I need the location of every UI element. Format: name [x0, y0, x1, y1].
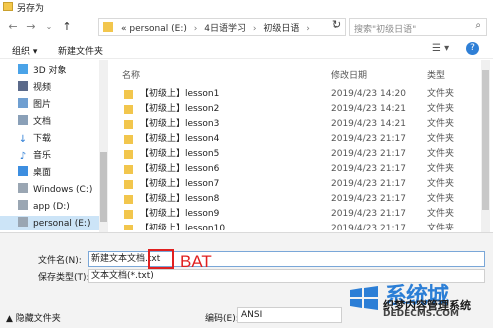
nav-item-downloads[interactable]: ↓ 下载: [18, 131, 110, 147]
help-icon[interactable]: ?: [466, 42, 479, 55]
drive-icon: [18, 183, 28, 193]
list-item[interactable]: 【初级上】lesson1 2019/4/23 14:20 文件夹: [112, 87, 482, 102]
chevron-right-icon[interactable]: ›: [194, 24, 198, 34]
nav-item-desktop[interactable]: 桌面: [18, 165, 110, 181]
address-bar[interactable]: « personal (E:) › 4日语学习 › 初级日语 › ⌄: [98, 18, 346, 36]
annotation-highlight-box: [148, 249, 174, 269]
folder-icon: [124, 90, 133, 99]
nav-item-3d-objects[interactable]: 3D 对象: [18, 63, 110, 79]
column-header-type[interactable]: 类型: [427, 68, 445, 81]
organize-button[interactable]: 组织 ▾: [12, 44, 37, 57]
recent-dropdown-icon[interactable]: ⌄: [42, 20, 56, 34]
chevron-right-icon[interactable]: ›: [306, 24, 310, 34]
annotation-label: BAT: [180, 252, 212, 271]
file-list-scrollbar[interactable]: [481, 60, 490, 232]
breadcrumb-item-beginner-japanese[interactable]: 初级日语: [263, 24, 299, 34]
encoding-select[interactable]: ANSI: [237, 307, 342, 323]
folder-icon: [103, 22, 113, 32]
nav-item-documents[interactable]: 文档: [18, 114, 110, 130]
list-item[interactable]: 【初级上】lesson6 2019/4/23 21:17 文件夹: [112, 162, 482, 177]
navigation-scrollbar[interactable]: [99, 60, 108, 232]
nav-item-app-d[interactable]: app (D:): [18, 199, 110, 215]
list-item[interactable]: 【初级上】lesson10 2019/4/23 21:17 文件夹: [112, 222, 482, 230]
list-item[interactable]: 【初级上】lesson5 2019/4/23 21:17 文件夹: [112, 147, 482, 162]
search-placeholder: 搜索"初级日语": [354, 25, 417, 35]
nav-item-windows-c[interactable]: Windows (C:): [18, 182, 110, 198]
folder-icon: [124, 165, 133, 174]
list-item[interactable]: 【初级上】lesson8 2019/4/23 21:17 文件夹: [112, 192, 482, 207]
breadcrumb-overflow[interactable]: «: [121, 24, 127, 34]
title-bar: 另存为: [0, 0, 493, 14]
folder-icon: [124, 180, 133, 189]
nav-item-pictures[interactable]: 图片: [18, 97, 110, 113]
column-header-name[interactable]: 名称: [122, 68, 140, 81]
folder-icon: [124, 105, 133, 114]
documents-icon: [18, 115, 28, 125]
breadcrumb-item-personal[interactable]: personal (E:): [129, 24, 186, 34]
desktop-icon: [18, 166, 28, 176]
list-item[interactable]: 【初级上】lesson2 2019/4/23 14:21 文件夹: [112, 102, 482, 117]
file-list: 名称 修改日期 类型 【初级上】lesson1 2019/4/23 14:20 文件…: [112, 60, 493, 230]
up-arrow-icon[interactable]: ↑: [60, 20, 74, 34]
hide-folders-button[interactable]: ▲ 隐藏文件夹: [6, 311, 61, 324]
nav-item-personal-e[interactable]: personal (E:): [0, 216, 100, 230]
folder-icon: [3, 2, 13, 11]
pictures-icon: [18, 98, 28, 108]
watermark-logo-icon: [350, 286, 378, 310]
list-item[interactable]: 【初级上】lesson9 2019/4/23 21:17 文件夹: [112, 207, 482, 222]
view-options-icon[interactable]: ☰ ▾: [432, 43, 449, 54]
command-bar: 组织 ▾ 新建文件夹 ☰ ▾ ?: [0, 41, 493, 59]
folder-icon: [124, 195, 133, 204]
folder-icon: [124, 135, 133, 144]
column-header-date[interactable]: 修改日期: [331, 68, 367, 81]
watermark-url: DEDECMS.COM: [383, 309, 459, 319]
chevron-up-icon: ▲: [6, 314, 13, 324]
list-item[interactable]: 【初级上】lesson4 2019/4/23 21:17 文件夹: [112, 132, 482, 147]
scrollbar-thumb[interactable]: [482, 70, 489, 210]
address-row: ← → ⌄ ↑ « personal (E:) › 4日语学习 › 初级日语 ›…: [0, 16, 493, 38]
chevron-right-icon[interactable]: ›: [253, 24, 257, 34]
folder-icon: [124, 120, 133, 129]
filename-label: 文件名(N):: [38, 256, 82, 266]
refresh-icon[interactable]: ↻: [332, 18, 341, 31]
folder-icon: [124, 210, 133, 219]
breadcrumb: « personal (E:) › 4日语学习 › 初级日语 ›: [121, 21, 314, 34]
drive-icon: [18, 217, 28, 227]
navigation-pane: 3D 对象 视频 图片 文档 ↓ 下载 ♪ 音乐 桌面 Windows (C:) a…: [0, 60, 110, 230]
scrollbar-thumb[interactable]: [100, 152, 107, 222]
search-icon[interactable]: ⌕: [475, 20, 481, 31]
search-input[interactable]: 搜索"初级日语" ⌕: [349, 18, 487, 36]
video-icon: [18, 81, 28, 91]
filetype-label: 保存类型(T):: [38, 273, 90, 283]
nav-item-music[interactable]: ♪ 音乐: [18, 148, 110, 164]
back-arrow-icon[interactable]: ←: [6, 20, 20, 34]
breadcrumb-item-japanese-study[interactable]: 4日语学习: [204, 24, 246, 34]
list-item[interactable]: 【初级上】lesson7 2019/4/23 21:17 文件夹: [112, 177, 482, 192]
folder-icon: [124, 150, 133, 159]
encoding-label: 编码(E):: [205, 314, 239, 324]
download-icon: ↓: [18, 134, 28, 145]
window-title: 另存为: [17, 4, 45, 14]
nav-item-video[interactable]: 视频: [18, 80, 110, 96]
list-item[interactable]: 【初级上】lesson3 2019/4/23 14:21 文件夹: [112, 117, 482, 132]
forward-arrow-icon[interactable]: →: [24, 20, 38, 34]
music-icon: ♪: [19, 151, 27, 162]
folder-icon: [124, 225, 133, 230]
drive-icon: [18, 200, 28, 210]
new-folder-button[interactable]: 新建文件夹: [58, 44, 103, 57]
3d-objects-icon: [18, 64, 28, 74]
